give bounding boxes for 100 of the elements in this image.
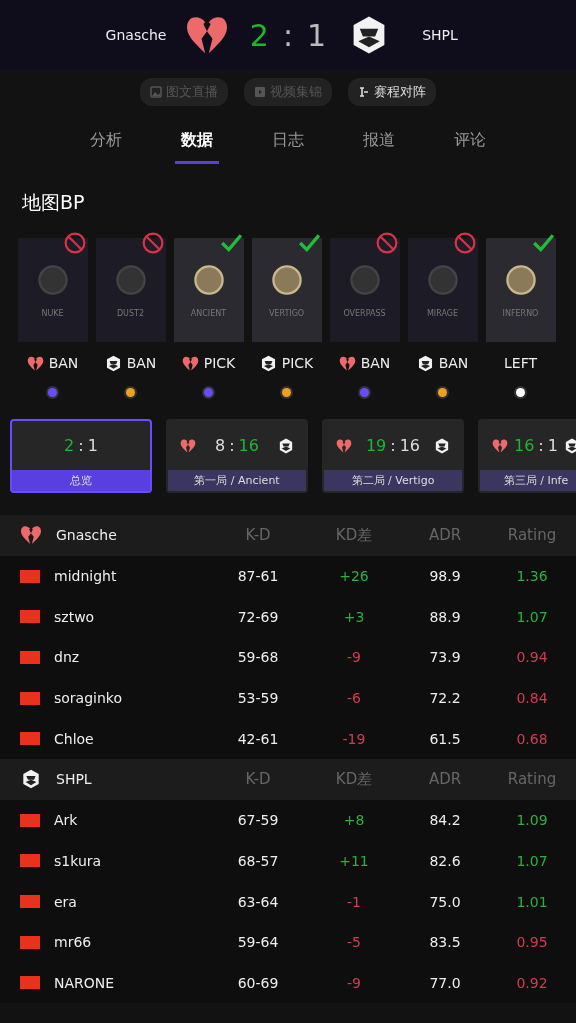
table-cell-text: 0.92 [515,974,549,991]
table-cell-text: 72.2 [428,690,462,707]
table-cell-text: 59-64 [236,934,280,951]
flag-icon [20,732,40,746]
player-name: midnight [54,568,117,585]
bracket-icon [358,86,370,98]
column-header: ADR [427,770,463,789]
game-label: 第一局 / Ancient [168,470,306,491]
table-cell-text: 73.9 [428,649,462,666]
game-score: 2 [64,436,75,455]
player-name: dnz [54,649,80,666]
score-separator: : [78,436,84,455]
score-separator: : [538,436,544,455]
table-cell-text: 98.9 [428,568,462,585]
map-emblem-icon [113,262,148,297]
table-cell-text: 1.01 [515,893,549,910]
table-cell-text: 84.2 [428,812,462,829]
table-cell-text: 53-59 [236,690,280,707]
tab[interactable]: 报道 [357,122,402,164]
map-name: DUST2 [116,308,145,318]
score-separator: : [229,436,235,455]
score: 1 [307,17,327,53]
action-label: BAN [438,355,469,371]
flag-icon [20,895,40,909]
table-cell-text: 1.07 [515,852,549,869]
table-cell-text: -5 [346,934,362,951]
game-card[interactable]: 8 : 16 第一局 / Ancient [166,419,308,493]
score-separator: : [282,17,294,53]
action-label: BAN [360,355,391,371]
table-cell-text: 60-69 [236,974,280,991]
game-card[interactable]: 16 : 1 第三局 / Infe [478,419,576,493]
table-cell-text: 0.68 [515,730,549,747]
section-title: 地图BP [22,190,86,215]
player-name: mr66 [54,934,92,951]
table-cell-text: 1.07 [515,608,549,625]
video-icon [254,86,266,98]
flag-icon [20,813,40,827]
game-score: 8 [215,436,226,455]
map-name: OVERPASS [343,308,386,318]
action-label: LEFT [504,355,537,371]
link-button[interactable]: 赛程对阵 [348,78,436,106]
table-cell-text: +11 [338,852,370,869]
action-label: PICK [281,355,314,371]
map-name: INFERNO [502,308,539,318]
map-emblem-icon [425,262,460,297]
flag-icon [20,976,40,990]
team-name: Gnasche [104,27,168,43]
tab[interactable]: 分析 [83,122,128,164]
flag-icon [20,854,40,868]
game-card[interactable]: 2 : 1 总览 [10,419,152,493]
game-card[interactable]: 19 : 16 第二局 / Vertigo [322,419,464,493]
flag-icon [20,610,40,624]
tab[interactable]: 日志 [265,122,310,164]
team-name: SHPL [421,27,459,43]
table-cell-text: 59-68 [236,649,280,666]
table-cell-text: 82.6 [428,852,462,869]
flag-icon [20,650,40,664]
table-cell-text: 87-61 [236,568,280,585]
table-cell-text: +8 [342,812,366,829]
action-label: PICK [203,355,236,371]
player-name: Ark [54,812,78,829]
flag-icon [20,569,40,583]
table-cell-text: -9 [346,649,362,666]
table-cell-text: 72-69 [236,608,280,625]
table-cell-text: 67-59 [236,812,280,829]
flag-icon [20,935,40,949]
team-name: Gnasche [56,527,117,544]
table-cell-text: 75.0 [428,893,462,910]
table-cell-text: -19 [341,730,367,747]
table-cell-text: 63-64 [236,893,280,910]
table-cell-text: 1.36 [515,568,549,585]
map-emblem-icon [35,262,70,297]
score: 2 [249,17,269,53]
player-name: sztwo [54,608,95,625]
map-emblem-icon [269,262,304,297]
player-name: s1kura [54,852,102,869]
map-name: ANCIENT [190,308,227,318]
column-header: K-D [244,770,272,789]
game-score: 1 [547,436,558,455]
table-cell-text: 0.84 [515,690,549,707]
map-name: VERTIGO [268,308,305,318]
player-name: Chloe [54,730,94,747]
table-cell-text: +26 [338,568,370,585]
player-name: soraginko [54,690,123,707]
game-score: 16 [514,436,535,455]
team-name: SHPL [56,771,92,788]
map-emblem-icon [191,262,226,297]
table-cell-text: 68-57 [236,852,280,869]
map-emblem-icon [347,262,382,297]
tab[interactable]: 评论 [448,122,493,164]
table-cell-text: 77.0 [428,974,462,991]
map-name: NUKE [41,308,64,318]
table-cell-text: 0.94 [515,649,549,666]
game-label: 总览 [12,470,150,491]
game-score: 19 [365,436,387,455]
column-header: KD差 [334,525,374,545]
image-icon [150,86,162,98]
map-emblem-icon [503,262,538,297]
player-name: NARONE [54,974,115,991]
tab[interactable]: 数据 [174,122,219,164]
